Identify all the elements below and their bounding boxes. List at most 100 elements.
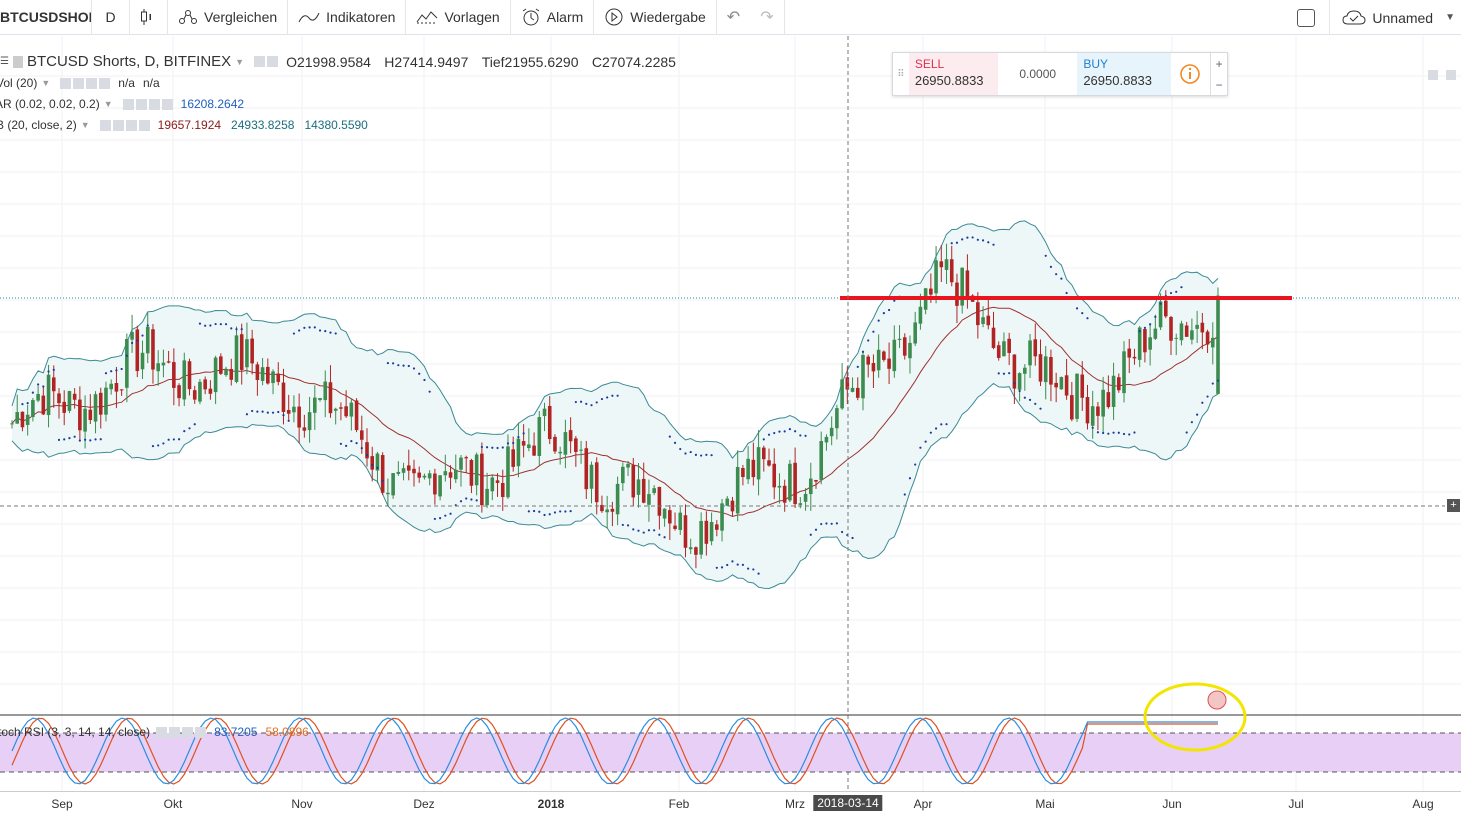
chart-area[interactable] — [0, 36, 1461, 819]
sar-dot — [157, 444, 160, 447]
candle-body — [1137, 327, 1142, 360]
vol-buttons[interactable] — [60, 77, 112, 89]
candle-body — [694, 547, 698, 555]
candle-body — [328, 382, 333, 414]
vol-dropdown-icon[interactable]: ▼ — [41, 78, 50, 88]
candle-body — [354, 400, 359, 431]
sar-dot — [908, 477, 912, 480]
undo-icon: ↶ — [726, 9, 741, 26]
sar-dot — [1008, 372, 1011, 375]
sar-dot — [856, 365, 859, 368]
sar-dot — [26, 401, 29, 405]
candle-body — [438, 475, 442, 497]
candle-body — [10, 423, 14, 425]
candle-body — [949, 259, 954, 283]
x-label-okt: Okt — [163, 797, 183, 811]
replay-label: Wiedergabe — [630, 9, 706, 25]
stoch-label: Stoch RSI (3, 3, 14, 14, close) — [0, 725, 151, 739]
sar-dot — [1086, 317, 1089, 320]
sar-dot — [57, 438, 61, 441]
sar-dot — [574, 400, 577, 404]
candle-body — [313, 397, 317, 413]
sar-dot — [485, 446, 489, 449]
pane-close-button[interactable] — [1446, 70, 1456, 80]
x-label-jul: Jul — [1288, 797, 1304, 811]
drag-handle-icon[interactable]: ⠿ — [893, 53, 909, 95]
candle-body — [396, 471, 401, 474]
candle-body — [20, 411, 25, 428]
candle-body — [986, 315, 991, 326]
sar-dot — [298, 329, 301, 332]
sar-dot — [444, 514, 447, 517]
replay-button[interactable]: Wiedergabe — [594, 0, 717, 35]
spread-value: 0.0000 — [1019, 67, 1057, 81]
indicators-button[interactable]: Indikatoren — [288, 0, 407, 35]
sar-dot — [1096, 431, 1100, 434]
qty-stepper[interactable]: + − — [1210, 53, 1227, 95]
sell-button[interactable]: SELL 26950.8833 — [908, 53, 999, 95]
candle-body — [406, 465, 411, 471]
plus-icon[interactable]: + — [1216, 57, 1223, 71]
sar-buttons[interactable] — [122, 98, 175, 110]
candle-body — [401, 468, 406, 473]
stoch-buttons[interactable] — [156, 726, 208, 738]
sar-dot — [820, 522, 823, 526]
sar-dot — [172, 438, 175, 441]
sar-dot — [459, 500, 463, 503]
sar-dot — [642, 531, 645, 534]
alert-button[interactable]: Alarm — [511, 0, 595, 35]
candle-body — [1007, 338, 1011, 353]
compare-label: Vergleichen — [204, 9, 278, 25]
candle-body — [57, 393, 61, 404]
minus-icon[interactable]: − — [1216, 78, 1223, 92]
chart-type-button[interactable] — [130, 0, 168, 35]
sar-dot — [914, 463, 917, 466]
candle-body — [109, 383, 113, 390]
candle-body — [359, 430, 364, 440]
sar-dot — [282, 413, 285, 417]
sar-dot — [767, 433, 771, 436]
price-chart[interactable] — [0, 36, 1461, 819]
candle-body — [500, 482, 505, 498]
us-flag-icon — [1207, 690, 1227, 710]
add-plus-icon[interactable]: + — [1447, 499, 1460, 512]
candle-body — [1033, 339, 1038, 357]
compare-icon — [179, 10, 197, 24]
redo-button[interactable]: ↷ — [750, 0, 785, 35]
candle-body — [594, 462, 599, 503]
select-checkbox[interactable] — [1297, 8, 1316, 27]
buy-button[interactable]: BUY 26950.8833 — [1077, 53, 1171, 95]
candle-body — [104, 387, 108, 415]
templates-button[interactable]: Vorlagen — [406, 0, 511, 35]
compare-button[interactable]: Vergleichen — [168, 0, 289, 35]
info-button[interactable] — [1171, 53, 1211, 95]
pane-maximize-button[interactable] — [1428, 70, 1438, 80]
candle-body — [255, 364, 260, 380]
candle-body — [605, 509, 609, 513]
series-menu-icon[interactable]: ☰ — [0, 56, 9, 67]
sar-dot — [501, 446, 504, 449]
time-axis[interactable]: Sep Okt Nov Dez 2018 Feb Mrz Apr Mai Jun… — [0, 791, 1461, 820]
close-value: C27074.2285 — [591, 53, 676, 70]
candle-body — [563, 432, 568, 455]
sar-dot — [851, 536, 854, 540]
bb-dropdown-icon[interactable]: ▼ — [81, 120, 90, 130]
symbol-search[interactable]: BTCUSDSHORTS — [0, 0, 92, 35]
sar-dot — [475, 499, 478, 502]
candle-body — [1023, 367, 1027, 374]
series-dropdown-icon[interactable]: ▼ — [235, 57, 244, 67]
sar-dot — [1013, 382, 1016, 385]
candle-body — [234, 335, 239, 382]
sar-dot — [251, 409, 254, 413]
interval-button[interactable]: D — [92, 0, 130, 35]
candle-body — [1117, 377, 1121, 391]
sar-dot — [595, 401, 598, 404]
series-buttons[interactable] — [254, 56, 280, 67]
vol-value-2: n/a — [142, 76, 160, 90]
bb-buttons[interactable] — [99, 119, 152, 131]
sar-dot — [710, 454, 713, 457]
layout-menu[interactable]: Unnamed ▼ — [1329, 0, 1461, 35]
sar-dropdown-icon[interactable]: ▼ — [104, 99, 113, 109]
candle-body — [1122, 351, 1126, 394]
undo-button[interactable]: ↶ — [717, 0, 750, 35]
